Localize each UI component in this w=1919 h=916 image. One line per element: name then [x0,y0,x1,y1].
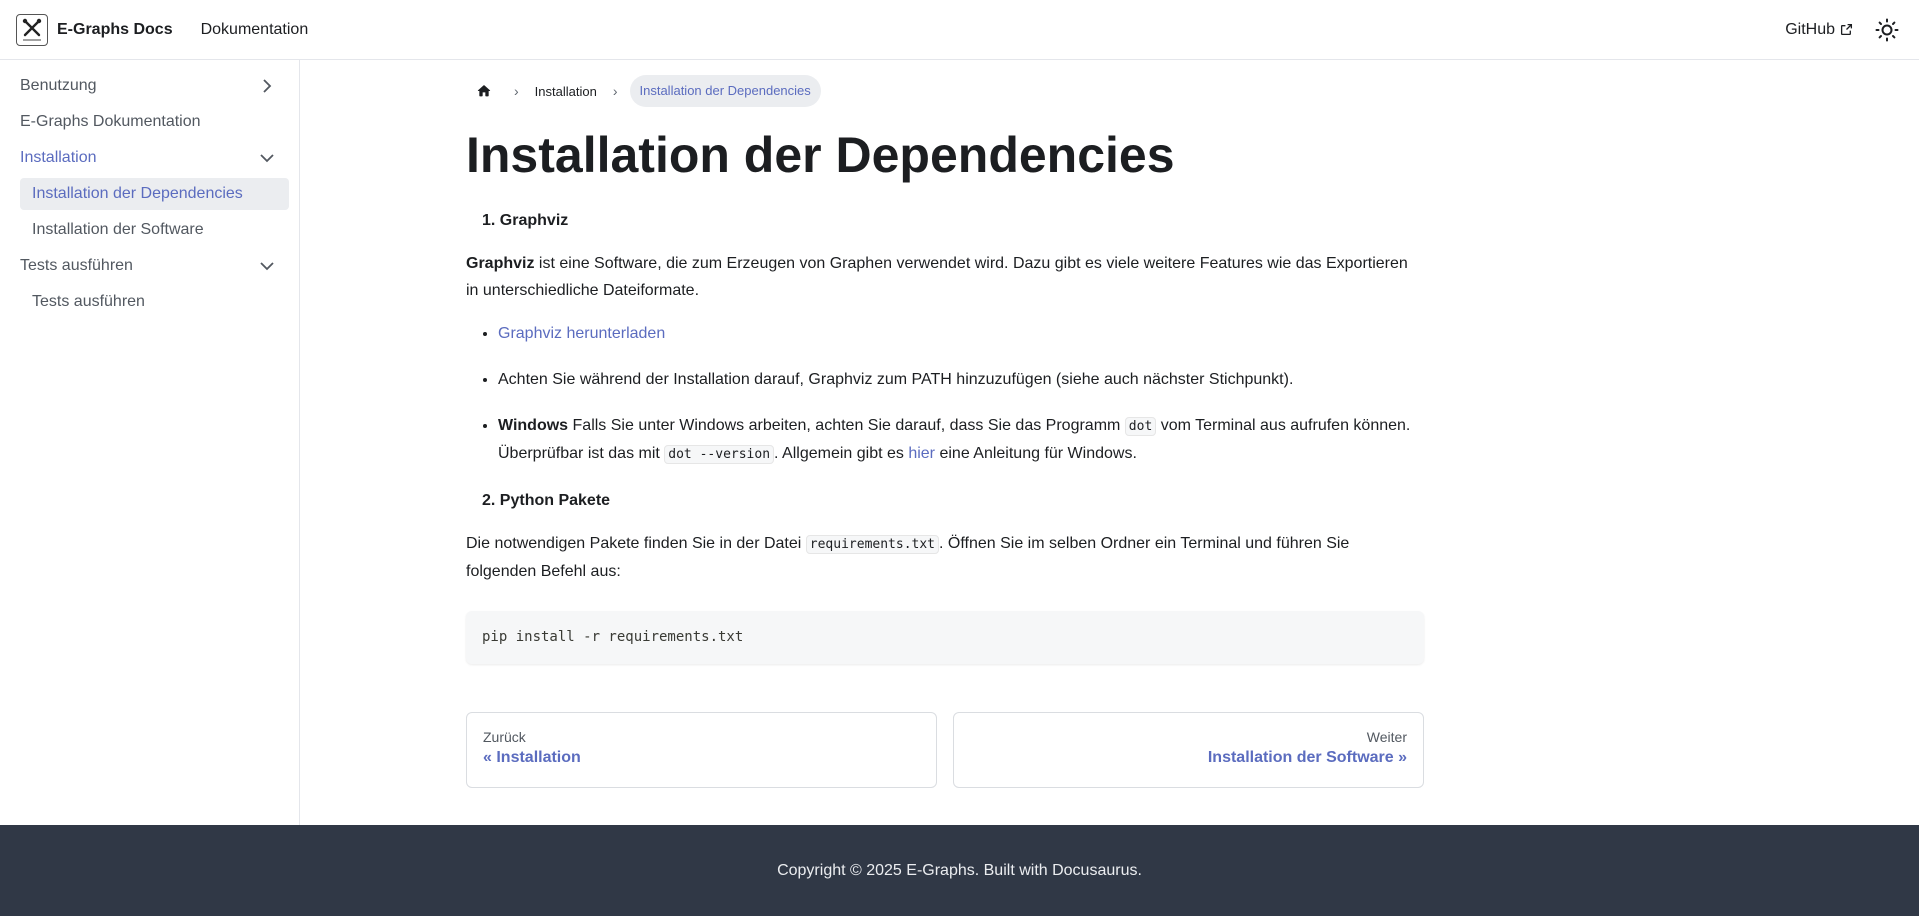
sidebar-item-label: Benutzung [20,77,97,94]
sidebar-item-benutzung[interactable]: Benutzung [10,70,289,102]
footer: Copyright © 2025 E-Graphs. Built with Do… [0,825,1919,916]
sidebar-item-tests-ausfuehren-doc[interactable]: Tests ausführen [10,286,289,318]
sidebar: Benutzung E-Graphs Dokumentation Install… [0,60,300,825]
sidebar-item-egraphs-dokumentation[interactable]: E-Graphs Dokumentation [10,106,289,138]
graphviz-download-link[interactable]: Graphviz herunterladen [498,325,665,342]
brand-title: E-Graphs Docs [57,20,173,38]
sidebar-item-label: Tests ausführen [20,257,133,274]
sidebar-item-label: Tests ausführen [32,293,145,310]
next-page-link[interactable]: Weiter Installation der Software » [953,712,1424,788]
sidebar-item-label: Installation [20,149,97,166]
external-link-icon [1840,23,1853,36]
graphviz-intro: Graphviz ist eine Software, die zum Erze… [466,255,1408,299]
chevron-down-icon[interactable] [257,148,277,168]
windows-guide-link[interactable]: hier [908,445,935,462]
sidebar-item-label: Installation der Dependencies [32,185,243,202]
page-title: Installation der Dependencies [466,127,1175,183]
chevron-right-icon[interactable] [257,76,277,96]
chevron-down-icon[interactable] [257,256,277,276]
sidebar-item-installation[interactable]: Installation [10,142,289,174]
code-block[interactable]: pip install -r requirements.txt [466,611,1424,664]
breadcrumb-current: Installation der Dependencies [629,75,821,107]
footer-copyright: Copyright © 2025 E-Graphs. Built with Do… [777,861,1142,879]
sidebar-item-installation-software[interactable]: Installation der Software [10,214,289,246]
breadcrumb-item[interactable]: Installation [531,84,601,99]
chevron-right-icon: › [612,83,618,99]
inline-code: dot --version [664,445,775,464]
list-item: Windows Falls Sie unter Windows arbeiten… [498,412,1424,468]
nav-link-dokumentation[interactable]: Dokumentation [201,21,309,39]
github-label: GitHub [1785,20,1835,38]
inline-code: requirements.txt [805,535,940,554]
article-body: 1. Graphviz Graphviz ist eine Software, … [466,207,1424,664]
section-heading-python: 2. Python Pakete [482,492,611,509]
list-item: Graphviz herunterladen [498,320,1424,347]
sidebar-item-tests-ausfuehren[interactable]: Tests ausführen [10,250,289,282]
section-heading-graphviz: 1. Graphviz [482,212,569,229]
list-item: Achten Sie während der Installation dara… [498,366,1424,393]
home-icon[interactable] [466,75,502,107]
github-link[interactable]: GitHub [1785,21,1853,39]
doc-pagination: Zurück « Installation Weiter Installatio… [466,712,1424,788]
sun-icon [1875,18,1899,41]
sidebar-item-installation-dependencies[interactable]: Installation der Dependencies [20,178,289,210]
graphviz-list: Graphviz herunterladen Achten Sie währen… [466,320,1424,468]
theme-toggle-button[interactable] [1873,16,1901,44]
breadcrumb: › Installation › Installation der Depend… [466,75,1424,107]
logo-icon [16,13,48,46]
chevron-right-icon: › [514,83,519,99]
brand-link[interactable]: E-Graphs Docs [16,13,173,46]
python-intro: Die notwendigen Pakete finden Sie in der… [466,535,1350,580]
navbar: E-Graphs Docs Dokumentation GitHub [0,0,1919,60]
prev-page-link[interactable]: Zurück « Installation [466,712,937,788]
sidebar-item-label: Installation der Software [32,221,204,238]
inline-code: dot [1124,417,1157,436]
main-content: › Installation › Installation der Depend… [466,60,1424,788]
sidebar-item-label: E-Graphs Dokumentation [20,113,201,130]
